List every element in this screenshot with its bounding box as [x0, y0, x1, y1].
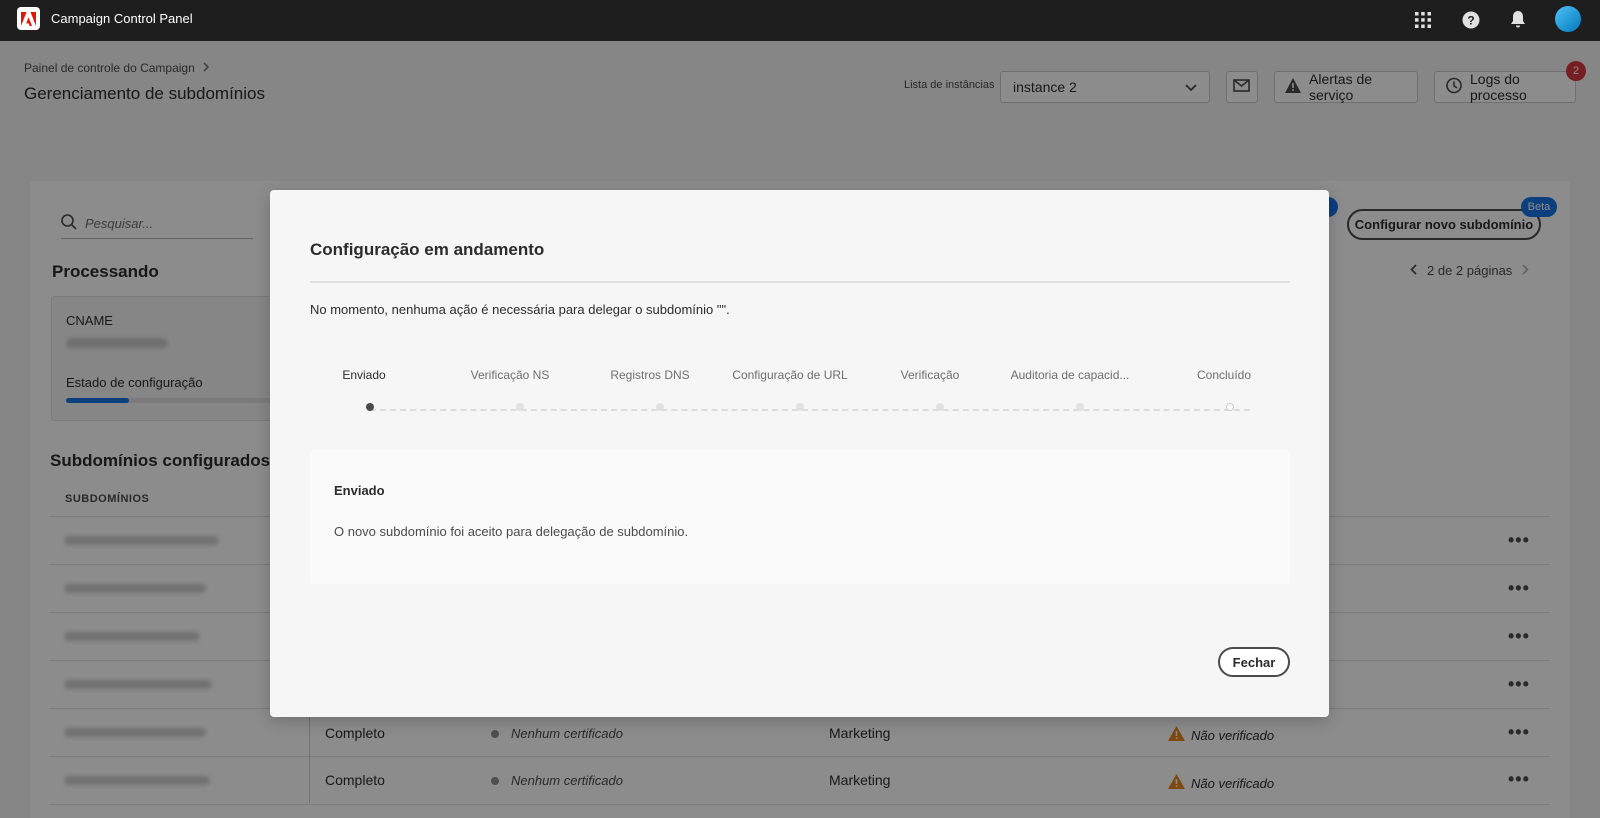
step-dot — [936, 403, 944, 411]
step-label: Concluído — [1196, 368, 1252, 382]
dialog-divider — [310, 281, 1290, 283]
step-track — [370, 409, 1250, 411]
top-bar: Campaign Control Panel ? — [0, 0, 1600, 41]
step-dot — [656, 403, 664, 411]
bell-icon[interactable] — [1508, 10, 1528, 30]
step-label: Configuração de URL — [732, 368, 848, 382]
adobe-logo-icon[interactable] — [17, 7, 40, 30]
step-dot — [516, 403, 524, 411]
step-dot — [1226, 403, 1234, 411]
help-icon[interactable]: ? — [1461, 10, 1481, 30]
step-label: Enviado — [342, 368, 386, 382]
config-progress-dialog: Configuração em andamento No momento, ne… — [270, 190, 1329, 717]
progress-stepper: Enviado Verificação NS Registros DNS Con… — [310, 368, 1290, 408]
close-button[interactable]: Fechar — [1218, 647, 1290, 677]
step-detail-text: O novo subdomínio foi aceito para delega… — [334, 524, 689, 539]
step-label: Auditoria de capacid... — [1010, 368, 1130, 382]
step-detail-panel: Enviado O novo subdomínio foi aceito par… — [310, 450, 1290, 584]
step-label: Registros DNS — [610, 368, 690, 382]
avatar[interactable] — [1555, 6, 1581, 32]
step-dot — [1076, 403, 1084, 411]
dialog-message: No momento, nenhuma ação é necessária pa… — [310, 302, 730, 317]
step-dot — [366, 403, 374, 411]
step-detail-title: Enviado — [334, 483, 385, 498]
svg-text:?: ? — [1467, 14, 1474, 28]
dialog-title: Configuração em andamento — [310, 240, 545, 259]
step-label: Verificação — [900, 368, 960, 382]
apps-grid-icon[interactable] — [1413, 10, 1433, 30]
app-title: Campaign Control Panel — [51, 11, 193, 26]
step-label: Verificação NS — [470, 368, 550, 382]
step-dot — [796, 403, 804, 411]
